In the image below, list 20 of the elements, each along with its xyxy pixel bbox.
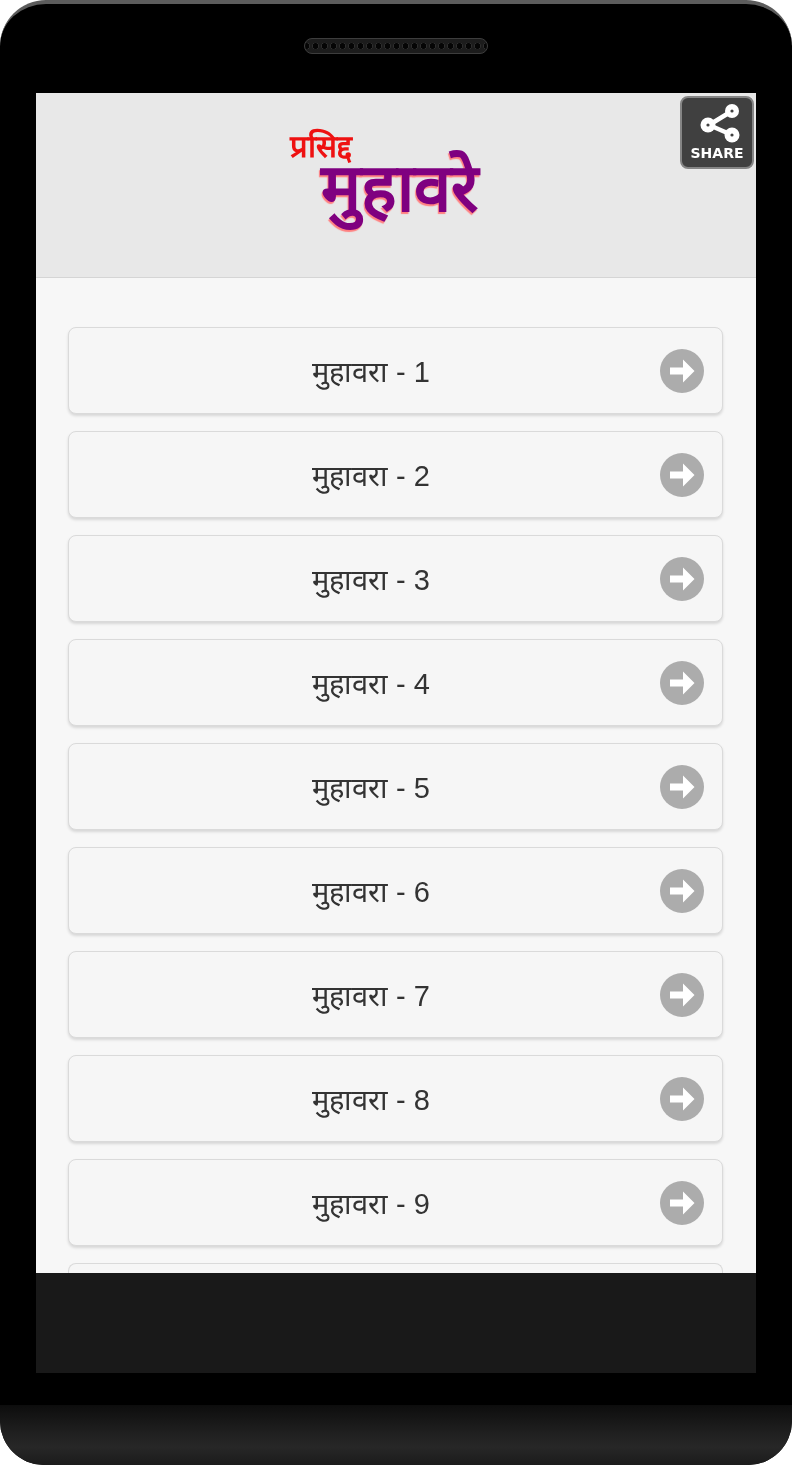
arrow-right-icon (660, 868, 704, 913)
idiom-list-item[interactable]: मुहावरा - 7 (68, 951, 723, 1038)
arrow-right-icon (660, 452, 704, 497)
idiom-list-item[interactable]: मुहावरा - 4 (68, 639, 723, 726)
arrow-right-icon (660, 1180, 704, 1225)
idiom-list-item[interactable]: मुहावरा - 1 (68, 327, 723, 414)
idiom-list-item[interactable]: मुहावरा - 5 (68, 743, 723, 830)
arrow-right-icon (660, 556, 704, 601)
arrow-right-icon (660, 972, 704, 1017)
arrow-right-icon (660, 1076, 704, 1121)
arrow-right-icon (660, 764, 704, 809)
share-button[interactable]: SHARE (680, 96, 754, 169)
idiom-list-item[interactable]: मुहावरा - 3 (68, 535, 723, 622)
idiom-list-item[interactable]: मुहावरा - 2 (68, 431, 723, 518)
arrow-right-icon (660, 660, 704, 705)
idiom-list-item[interactable]: मुहावरा - 6 (68, 847, 723, 934)
arrow-right-icon (660, 348, 704, 393)
idiom-list-item[interactable]: मुहावरा - 9 (68, 1159, 723, 1246)
idiom-list-item[interactable]: मुहावरा - 8 (68, 1055, 723, 1142)
share-icon (700, 103, 740, 143)
